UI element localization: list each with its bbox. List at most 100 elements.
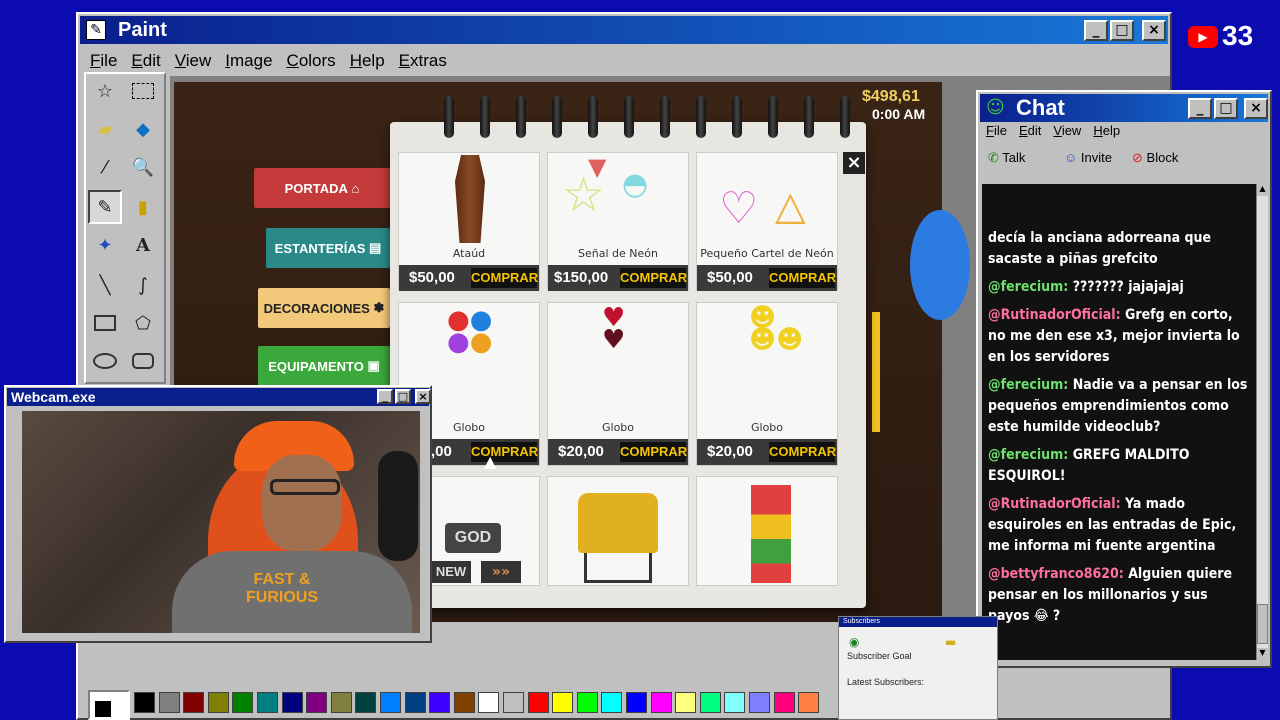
item-name: Globo [750,421,784,434]
paint-titlebar[interactable]: ✎ Paint _ □ × [80,16,1168,44]
catalog-item-senal-neon[interactable]: ☆ ◓ ▼ Señal de Neón $150,00 COMPRAR [547,152,689,291]
sidebar-button-equipamento[interactable]: EQUIPAMENTO ▣ [258,346,390,386]
ellipse-icon[interactable] [88,344,122,378]
menu-view[interactable]: View [175,51,212,71]
palette-swatch[interactable] [453,692,475,713]
minimize-button[interactable]: _ [1084,20,1108,41]
scroll-thumb[interactable] [1257,604,1268,644]
palette-swatch[interactable] [749,692,770,713]
webcam-minimize-button[interactable]: _ [377,389,393,404]
palette-swatch[interactable] [675,692,697,713]
palette-swatch[interactable] [281,692,303,713]
chat-scrollbar[interactable]: ▲ ▼ [1256,184,1268,660]
palette-swatch[interactable] [798,692,820,713]
menu-edit[interactable]: Edit [131,51,160,71]
webcam-titlebar[interactable]: Webcam.exe _ □ × [7,388,431,406]
catalog-item-ataud[interactable]: Ataúd $50,00 COMPRAR [398,152,540,291]
palette-swatch[interactable] [650,692,672,713]
fill-icon[interactable]: ◆ [126,112,160,146]
menu-image[interactable]: Image [225,51,272,71]
catalog-item-globo-2[interactable]: ♥ ♥ Globo $20,00 COMPRAR [547,302,689,466]
catalog-item-pequeno-cartel[interactable]: ♡ △ Pequeño Cartel de Neón $50,00 COMPRA… [696,152,838,291]
menu-help[interactable]: Help [350,51,385,71]
talk-button[interactable]: ✆ Talk [988,150,1025,166]
item-price: $50,00 [409,269,455,286]
palette-swatch[interactable] [527,692,549,713]
chat-close-button[interactable]: × [1244,98,1268,119]
catalog-item-gifts[interactable] [696,476,838,586]
palette-swatch[interactable] [773,692,795,713]
buy-button[interactable]: COMPRAR [769,442,836,462]
text-icon[interactable]: A [126,228,160,262]
palette-swatch[interactable] [183,692,205,713]
chat-maximize-button[interactable]: □ [1214,98,1238,119]
eraser-icon[interactable]: ▰ [88,112,122,146]
scroll-down-icon[interactable]: ▼ [1257,648,1268,660]
buy-button[interactable]: COMPRAR [620,268,687,288]
palette-swatch[interactable] [306,692,328,713]
color-picker-icon[interactable]: ⁄ [88,150,122,184]
chat-minimize-button[interactable]: _ [1188,98,1212,119]
item-name: Pequeño Cartel de Neón [700,247,834,260]
scroll-up-icon[interactable]: ▲ [1257,184,1268,196]
palette-swatch[interactable] [724,692,746,713]
palette-swatch[interactable] [576,692,598,713]
sidebar-button-decoraciones[interactable]: DECORACIONES ✽ [258,288,390,328]
palette-swatch[interactable] [478,692,500,713]
rectangle-icon[interactable] [88,306,122,340]
palette-swatch[interactable] [158,692,180,713]
catalog-close-button[interactable]: × [843,152,865,174]
free-select-icon[interactable]: ☆ [88,74,122,108]
airbrush-icon[interactable]: ✦ [88,228,122,262]
palette-swatch[interactable] [404,692,426,713]
sidebar-button-portada[interactable]: PORTADA ⌂ [254,168,390,208]
buy-button[interactable]: COMPRAR [471,268,538,288]
menu-file[interactable]: File [90,51,117,71]
rect-select-icon[interactable] [126,74,160,108]
buy-button[interactable]: COMPRAR [620,442,687,462]
palette-swatch[interactable] [257,692,278,713]
catalog-item-globo-3[interactable]: ☻ ☻☻ Globo $20,00 COMPRAR [696,302,838,466]
polygon-icon[interactable]: ⬠ [126,306,160,340]
magnifier-icon[interactable]: 🔍 [126,150,160,184]
chat-menu-file[interactable]: File [986,123,1007,138]
webcam-title: Webcam.exe [11,389,96,405]
chat-message: @RutinadorOficial: Ya mado esquiroles en… [988,496,1237,554]
chat-messages[interactable]: decía la anciana adorreana que sacaste a… [982,184,1256,660]
pencil-icon[interactable]: ✎ [88,190,122,224]
invite-button[interactable]: ☺ Invite [1064,150,1112,165]
chat-titlebar[interactable]: ☺ Chat _ □ × [980,94,1268,122]
palette-swatch[interactable] [355,692,377,713]
brush-icon[interactable]: ▮ [126,190,160,224]
palette-swatch[interactable] [601,692,623,713]
chat-menu-help[interactable]: Help [1093,123,1120,138]
palette-swatch[interactable] [503,692,524,713]
palette-swatch[interactable] [330,692,352,713]
buy-button[interactable]: COMPRAR [471,442,538,462]
menu-extras[interactable]: Extras [399,51,447,71]
rounded-rect-icon[interactable] [126,344,160,378]
palette-swatch[interactable] [207,692,229,713]
block-button[interactable]: ⊘ Block [1132,150,1178,166]
webcam-maximize-button[interactable]: □ [395,389,411,404]
spiral-ring [444,96,454,138]
close-button[interactable]: × [1142,20,1166,41]
buy-button[interactable]: COMPRAR [769,268,836,288]
curve-icon[interactable]: ∫ [126,268,160,302]
palette-swatch[interactable] [380,692,401,713]
youtube-count: 33 [1222,20,1254,51]
webcam-close-button[interactable]: × [415,389,431,404]
line-icon[interactable]: ╲ [88,268,122,302]
palette-swatch[interactable] [232,692,254,713]
palette-swatch[interactable] [552,692,574,713]
maximize-button[interactable]: □ [1110,20,1134,41]
palette-swatch[interactable] [134,692,155,713]
sidebar-button-estanterias[interactable]: ESTANTERÍAS ▤ [266,228,390,268]
palette-swatch[interactable] [429,692,451,713]
palette-swatch[interactable] [699,692,721,713]
chat-menu-view[interactable]: View [1053,123,1081,138]
catalog-item-chair[interactable] [547,476,689,586]
menu-colors[interactable]: Colors [287,51,336,71]
chat-menu-edit[interactable]: Edit [1019,123,1041,138]
palette-swatch[interactable] [626,692,647,713]
